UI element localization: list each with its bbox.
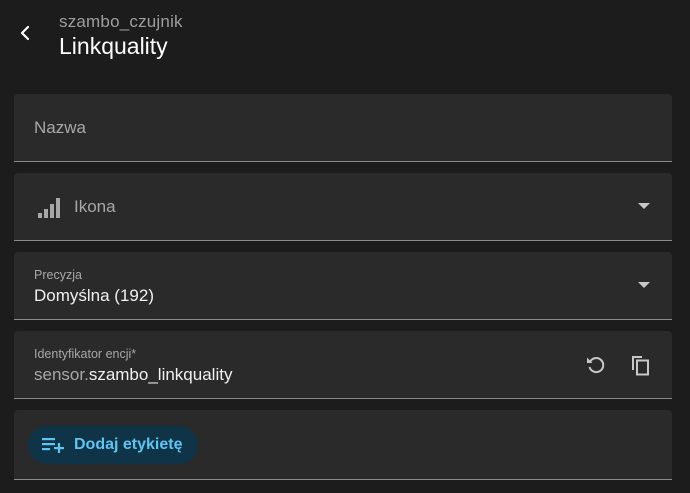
device-name: szambo_czujnik: [59, 12, 183, 31]
entity-id-field[interactable]: Identyfikator encji* sensor.szambo_linkq…: [14, 331, 672, 399]
entity-id-text: szambo_linkquality: [88, 365, 233, 384]
chevron-down-icon[interactable]: [638, 282, 650, 288]
copy-icon[interactable]: [626, 351, 654, 379]
entity-id-value: sensor.szambo_linkquality: [34, 365, 232, 385]
playlist-add-icon: [42, 438, 64, 453]
precision-label: Precyzja: [34, 268, 82, 282]
entity-id-label: Identyfikator encji*: [34, 347, 137, 361]
precision-value: Domyślna (192): [34, 286, 154, 305]
entity-settings-page: szambo_czujnik Linkquality Nazwa Ikona P…: [0, 0, 690, 493]
icon-label: Ikona: [74, 197, 116, 216]
page-title: Linkquality: [59, 33, 168, 59]
name-field[interactable]: Nazwa: [14, 94, 672, 162]
add-label-text: Dodaj etykietę: [74, 436, 183, 453]
entity-id-prefix: sensor.: [34, 365, 89, 384]
header: szambo_czujnik Linkquality: [0, 0, 690, 80]
signal-bars-icon: [36, 195, 62, 219]
back-button[interactable]: [8, 16, 42, 50]
icon-picker[interactable]: Ikona: [14, 173, 672, 241]
labels-section: Dodaj etykietę: [14, 410, 672, 480]
restore-icon[interactable]: [582, 351, 610, 379]
add-label-button[interactable]: Dodaj etykietę: [28, 426, 199, 464]
chevron-down-icon[interactable]: [638, 203, 650, 209]
chevron-left-icon: [20, 25, 30, 41]
precision-select[interactable]: Precyzja Domyślna (192): [14, 252, 672, 320]
name-placeholder: Nazwa: [34, 118, 86, 137]
